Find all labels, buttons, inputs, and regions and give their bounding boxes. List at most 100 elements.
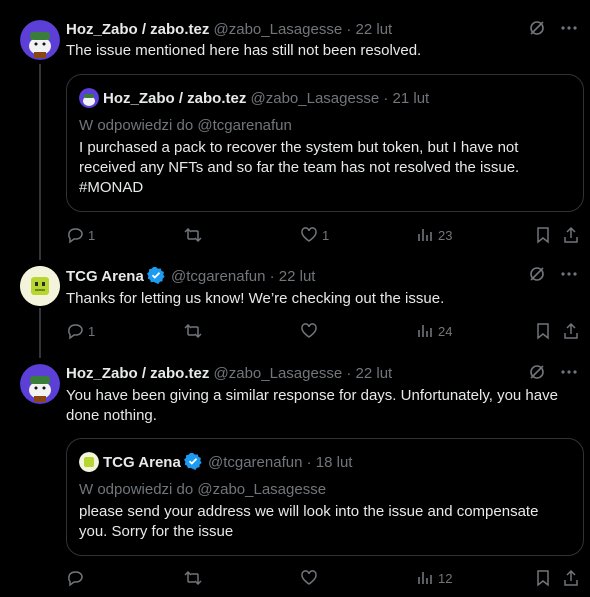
post-date[interactable]: 22 lut bbox=[356, 21, 393, 38]
post-header: Hoz_Zabo / zabo.tez @zabo_Lasagesse · 22… bbox=[66, 364, 392, 384]
post-text-line: done nothing. bbox=[66, 407, 157, 424]
more-icon[interactable] bbox=[560, 363, 578, 385]
bookmark-button[interactable] bbox=[534, 225, 552, 245]
author-handle[interactable]: @tcgarenafun bbox=[171, 268, 265, 285]
repost-button[interactable] bbox=[183, 568, 207, 588]
like-button[interactable] bbox=[300, 568, 322, 588]
post-actions: 12 bbox=[66, 568, 578, 588]
author-name: TCG Arena bbox=[103, 454, 181, 471]
share-button[interactable] bbox=[562, 225, 580, 245]
views-icon bbox=[418, 572, 432, 584]
post[interactable]: TCG Arena @tcgarenafun · 22 lut Thanks f… bbox=[0, 266, 590, 346]
post-date[interactable]: 22 lut bbox=[356, 365, 393, 382]
share-icon bbox=[564, 226, 578, 243]
share-icon bbox=[564, 322, 578, 339]
quote-text-line: please send your address we will look in… bbox=[79, 503, 539, 520]
grok-icon[interactable] bbox=[528, 363, 546, 385]
author-name[interactable]: TCG Arena bbox=[66, 268, 144, 285]
post-date: 21 lut bbox=[392, 90, 430, 107]
quote-header: TCG Arena @tcgarenafun · 18 lut bbox=[79, 452, 352, 472]
quoted-post[interactable]: Hoz_Zabo / zabo.tez @zabo_Lasagesse · 21… bbox=[66, 74, 584, 212]
post-top-actions bbox=[528, 266, 578, 286]
avatar[interactable] bbox=[20, 364, 60, 404]
separator: · bbox=[265, 268, 279, 285]
view-count: 23 bbox=[438, 227, 453, 243]
author-handle[interactable]: @zabo_Lasagesse bbox=[214, 365, 343, 382]
share-icon bbox=[564, 569, 578, 586]
like-button[interactable]: 1 bbox=[300, 225, 329, 245]
post-text: Thanks for letting us know! We’re checki… bbox=[66, 290, 445, 307]
views-icon bbox=[418, 325, 432, 337]
avatar[interactable] bbox=[20, 266, 60, 306]
reply-icon bbox=[68, 228, 83, 244]
view-count: 24 bbox=[438, 323, 453, 339]
author-name[interactable]: Hoz_Zabo / zabo.tez bbox=[66, 21, 209, 38]
bookmark-icon bbox=[537, 227, 549, 244]
reply-to-label: W odpowiedzi do @zabo_Lasagesse bbox=[79, 481, 327, 498]
reply-button[interactable]: 1 bbox=[66, 225, 95, 245]
repost-icon bbox=[184, 323, 202, 339]
quoted-post[interactable]: TCG Arena @tcgarenafun · 18 lut W odpowi… bbox=[66, 438, 584, 556]
post-text: The issue mentioned here has still not b… bbox=[66, 42, 422, 59]
more-icon[interactable] bbox=[560, 265, 578, 287]
share-button[interactable] bbox=[562, 568, 580, 588]
repost-icon bbox=[184, 227, 202, 243]
views-icon bbox=[418, 229, 432, 241]
view-count: 12 bbox=[438, 570, 453, 586]
grok-icon[interactable] bbox=[528, 19, 546, 41]
views-button[interactable]: 12 bbox=[416, 568, 452, 588]
heart-icon bbox=[301, 570, 317, 585]
heart-icon bbox=[301, 323, 317, 338]
repost-button[interactable] bbox=[183, 225, 207, 245]
post[interactable]: Hoz_Zabo / zabo.tez @zabo_Lasagesse · 22… bbox=[0, 20, 590, 260]
post-header: TCG Arena @tcgarenafun · 22 lut bbox=[66, 266, 315, 286]
like-count: 1 bbox=[322, 227, 330, 243]
post-actions: 1 24 bbox=[66, 321, 578, 341]
reply-button[interactable]: 1 bbox=[66, 321, 95, 341]
bookmark-icon bbox=[537, 323, 549, 340]
like-button[interactable] bbox=[300, 321, 322, 341]
bookmark-button[interactable] bbox=[534, 321, 552, 341]
reply-button[interactable] bbox=[66, 568, 88, 588]
post-text: You have been giving a similar response … bbox=[66, 386, 558, 426]
grok-icon[interactable] bbox=[528, 265, 546, 287]
repost-icon bbox=[184, 570, 202, 586]
reply-count: 1 bbox=[88, 323, 96, 339]
quote-text-line: I purchased a pack to recover the system… bbox=[79, 139, 519, 156]
separator: · bbox=[379, 90, 393, 107]
reply-count: 1 bbox=[88, 227, 96, 243]
share-button[interactable] bbox=[562, 321, 580, 341]
post-date[interactable]: 22 lut bbox=[279, 268, 316, 285]
author-handle: @zabo_Lasagesse bbox=[250, 90, 380, 107]
quote-header: Hoz_Zabo / zabo.tez @zabo_Lasagesse · 21… bbox=[79, 88, 429, 108]
post-date: 18 lut bbox=[315, 454, 353, 471]
quote-text: I purchased a pack to recover the system… bbox=[79, 138, 571, 198]
avatar[interactable] bbox=[20, 20, 60, 60]
post-actions: 1 1 23 bbox=[66, 225, 578, 245]
repost-button[interactable] bbox=[183, 321, 207, 341]
avatar bbox=[79, 452, 99, 472]
reply-icon bbox=[68, 324, 83, 340]
quote-text-line: received any NFTs and so far the team ha… bbox=[79, 159, 520, 176]
bookmark-button[interactable] bbox=[534, 568, 552, 588]
reply-icon bbox=[68, 571, 83, 587]
author-handle[interactable]: @zabo_Lasagesse bbox=[214, 21, 343, 38]
views-button[interactable]: 24 bbox=[416, 321, 452, 341]
post-header: Hoz_Zabo / zabo.tez @zabo_Lasagesse · 22… bbox=[66, 20, 392, 40]
heart-icon bbox=[301, 227, 317, 242]
author-handle: @tcgarenafun bbox=[207, 454, 303, 471]
separator: · bbox=[302, 454, 316, 471]
views-button[interactable]: 23 bbox=[416, 225, 452, 245]
author-name: Hoz_Zabo / zabo.tez bbox=[103, 90, 247, 107]
verified-badge-icon bbox=[146, 266, 165, 290]
quote-text: please send your address we will look in… bbox=[79, 502, 571, 542]
reply-to-label: W odpowiedzi do @tcgarenafun bbox=[79, 117, 292, 134]
bookmark-icon bbox=[537, 570, 549, 587]
verified-badge-icon bbox=[183, 452, 202, 476]
separator: · bbox=[342, 365, 356, 382]
more-icon[interactable] bbox=[560, 19, 578, 41]
post-text-line: You have been giving a similar response … bbox=[66, 387, 558, 404]
post[interactable]: Hoz_Zabo / zabo.tez @zabo_Lasagesse · 22… bbox=[0, 364, 590, 594]
quote-text-line: you. Sorry for the issue bbox=[79, 523, 234, 540]
author-name[interactable]: Hoz_Zabo / zabo.tez bbox=[66, 365, 209, 382]
